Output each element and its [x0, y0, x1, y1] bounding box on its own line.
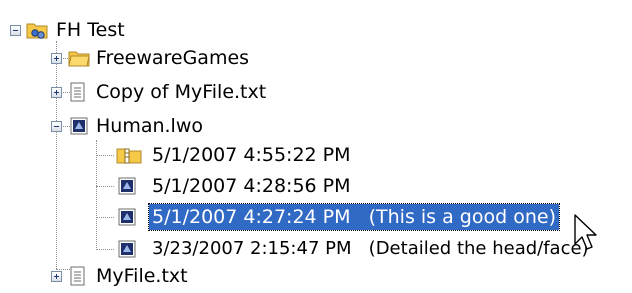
- file-version-tree[interactable]: FH Test FreewareGames Copy of MyFile.txt: [0, 0, 632, 293]
- folder-icon: [68, 48, 90, 68]
- tree-node-label[interactable]: MyFile.txt: [93, 263, 191, 289]
- expand-toggle[interactable]: [51, 87, 62, 98]
- object-file-icon: [118, 176, 138, 196]
- tree-node-label[interactable]: 3/23/2007 2:15:47 PM (Detailed the head/…: [149, 236, 592, 262]
- tree-node-label[interactable]: Human.lwo: [93, 113, 206, 139]
- mouse-pointer-icon: [573, 214, 599, 257]
- text-file-icon: [70, 266, 90, 286]
- tree-node-label[interactable]: Copy of MyFile.txt: [93, 79, 269, 105]
- object-file-icon: [118, 239, 138, 259]
- compressed-file-icon: [116, 145, 142, 165]
- tree-node-label[interactable]: 5/1/2007 4:55:22 PM: [149, 142, 354, 168]
- tree-node-version-selected[interactable]: 5/1/2007 4:27:24 PM (This is a good one): [0, 203, 600, 231]
- tree-node-freewaregames[interactable]: FreewareGames: [0, 45, 260, 71]
- collapse-toggle[interactable]: [10, 25, 21, 36]
- tree-node-version[interactable]: 5/1/2007 4:55:22 PM: [0, 142, 380, 168]
- tree-node-copy-of-myfile[interactable]: Copy of MyFile.txt: [0, 79, 280, 105]
- tree-node-human-lwo[interactable]: Human.lwo: [0, 113, 240, 139]
- tree-node-label[interactable]: FreewareGames: [93, 45, 252, 71]
- tree-node-version[interactable]: 5/1/2007 4:28:56 PM: [0, 173, 380, 199]
- tree-node-label[interactable]: FH Test: [53, 17, 128, 43]
- tree-node-label[interactable]: 5/1/2007 4:27:24 PM (This is a good one): [148, 203, 560, 231]
- tree-node-myfile[interactable]: MyFile.txt: [0, 263, 240, 289]
- object-file-icon: [118, 207, 138, 227]
- expand-toggle[interactable]: [51, 53, 62, 64]
- object-file-icon: [70, 116, 90, 136]
- collapse-toggle[interactable]: [51, 121, 62, 132]
- expand-toggle[interactable]: [51, 271, 62, 282]
- tree-node-label[interactable]: 5/1/2007 4:28:56 PM: [149, 173, 354, 199]
- folder-network-icon: [26, 20, 48, 40]
- text-file-icon: [70, 82, 90, 102]
- tree-node-root[interactable]: FH Test: [0, 17, 200, 43]
- tree-node-version[interactable]: 3/23/2007 2:15:47 PM (Detailed the head/…: [0, 236, 632, 262]
